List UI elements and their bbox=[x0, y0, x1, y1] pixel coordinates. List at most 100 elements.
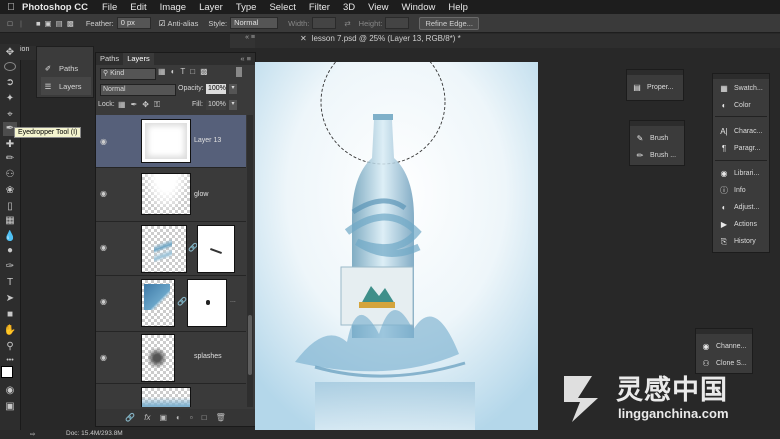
scrollbar-thumb[interactable] bbox=[248, 315, 252, 375]
menu-layer[interactable]: Layer bbox=[199, 2, 223, 13]
visibility-eye-icon[interactable]: ◉ bbox=[100, 189, 107, 198]
gradient-tool-icon[interactable]: ▦ bbox=[3, 214, 17, 228]
layer-row[interactable]: ◉ glow bbox=[96, 167, 246, 222]
filter-pixel-icon[interactable]: ▦ bbox=[158, 67, 171, 76]
fx-icon[interactable]: fx bbox=[144, 413, 150, 422]
width-input[interactable] bbox=[312, 17, 337, 29]
new-selection-icon[interactable]: ■ bbox=[36, 19, 41, 28]
pen-tool-icon[interactable]: ✑ bbox=[3, 260, 17, 274]
visibility-eye-icon[interactable]: ◉ bbox=[100, 243, 107, 252]
refine-edge-button[interactable]: Refine Edge... bbox=[419, 16, 479, 30]
layer-row[interactable]: ◉ 🔗 bbox=[96, 221, 246, 276]
document-canvas[interactable] bbox=[255, 62, 538, 436]
filter-type-icon[interactable]: T bbox=[180, 67, 190, 76]
fill-input[interactable]: 100% bbox=[206, 100, 226, 110]
lock-position-icon[interactable]: ✥ bbox=[142, 100, 154, 109]
elliptical-marquee-tool-icon[interactable] bbox=[4, 62, 16, 71]
antialias-checkbox[interactable]: ☑ bbox=[159, 19, 166, 28]
layer-row[interactable]: ◉ splashes bbox=[96, 331, 246, 384]
brush-button[interactable]: ✎ Brush bbox=[633, 130, 669, 147]
path-selection-tool-icon[interactable]: ➤ bbox=[3, 292, 17, 306]
menu-select[interactable]: Select bbox=[269, 2, 295, 13]
brush-presets-button[interactable]: ✏ Brush ... bbox=[633, 147, 676, 164]
history-brush-tool-icon[interactable]: ❀ bbox=[3, 184, 17, 198]
app-name[interactable]: Photoshop CC bbox=[22, 2, 88, 13]
swap-icon[interactable]: ⇄ bbox=[344, 19, 350, 28]
menu-image[interactable]: Image bbox=[160, 2, 186, 13]
filter-shape-icon[interactable]: □ bbox=[190, 67, 200, 76]
opacity-input[interactable]: 100% bbox=[206, 84, 226, 94]
screen-mode-icon[interactable]: ▣ bbox=[3, 400, 17, 414]
group-icon[interactable]: ▫ bbox=[190, 413, 193, 422]
menu-window[interactable]: Window bbox=[402, 2, 436, 13]
status-arrow-icon[interactable]: ⇨ bbox=[30, 430, 35, 438]
rectangle-tool-icon[interactable]: ■ bbox=[3, 308, 17, 322]
filter-adjustment-icon[interactable]: ◐ bbox=[171, 67, 181, 76]
menu-help[interactable]: Help bbox=[448, 2, 468, 13]
crop-tool-icon[interactable]: ⌖ bbox=[3, 108, 17, 122]
foreground-color-swatch[interactable] bbox=[1, 366, 13, 378]
intersect-selection-icon[interactable]: ▩ bbox=[67, 19, 74, 28]
style-select[interactable]: Normal bbox=[230, 17, 279, 29]
clone-stamp-tool-icon[interactable]: ⚇ bbox=[3, 168, 17, 182]
blend-mode-select[interactable]: Normal bbox=[100, 84, 176, 96]
move-tool-icon[interactable]: ✥ bbox=[3, 46, 17, 60]
channels-button[interactable]: ◉ Channe... bbox=[699, 338, 747, 355]
menu-3d[interactable]: 3D bbox=[343, 2, 355, 13]
paths-panel-button[interactable]: ✐ Paths bbox=[41, 59, 91, 77]
layers-panel-button[interactable]: ☰ Layers bbox=[41, 77, 91, 95]
visibility-eye-icon[interactable]: ◉ bbox=[100, 137, 107, 146]
feather-input[interactable]: 0 px bbox=[116, 17, 151, 29]
close-tab-icon[interactable]: ✕ bbox=[300, 34, 307, 43]
quick-selection-tool-icon[interactable]: ✦ bbox=[3, 92, 17, 106]
filter-kind-select[interactable]: ⚲ Kind bbox=[100, 68, 156, 80]
spot-healing-tool-icon[interactable]: ✚ bbox=[3, 138, 17, 152]
link-icon[interactable]: 🔗 bbox=[125, 413, 135, 422]
fill-slider-toggle[interactable]: ▾ bbox=[229, 100, 237, 110]
layer-row[interactable] bbox=[96, 383, 246, 407]
filter-smart-icon[interactable]: ▩ bbox=[200, 67, 213, 76]
menu-type[interactable]: Type bbox=[236, 2, 257, 13]
hand-tool-icon[interactable]: ✋ bbox=[3, 324, 17, 338]
swatches-button[interactable]: ▦ Swatch... bbox=[717, 80, 763, 97]
document-tab[interactable]: ✕ lesson 7.psd @ 25% (Layer 13, RGB/8*) * bbox=[300, 34, 461, 48]
layers-scrollbar[interactable] bbox=[247, 115, 253, 407]
type-tool-icon[interactable]: T bbox=[3, 276, 17, 290]
menu-file[interactable]: File bbox=[102, 2, 117, 13]
zoom-tool-icon[interactable]: ⚲ bbox=[3, 340, 17, 354]
properties-button[interactable]: ▤ Proper... bbox=[630, 79, 673, 96]
height-input[interactable] bbox=[385, 17, 410, 29]
eraser-tool-icon[interactable]: ▯ bbox=[3, 200, 17, 214]
panel-collapse-icon[interactable]: « ≡ bbox=[230, 34, 255, 48]
lock-all-icon[interactable]: ⚿ bbox=[154, 100, 165, 109]
layer-row[interactable]: ◉ Layer 13 bbox=[96, 115, 246, 168]
tab-paths[interactable]: Paths bbox=[96, 53, 123, 65]
paragraph-button[interactable]: ¶ Paragr... bbox=[717, 140, 761, 157]
character-button[interactable]: A| Charac... bbox=[717, 123, 762, 140]
brush-tool-icon[interactable]: ✏ bbox=[3, 152, 17, 166]
new-layer-icon[interactable]: □ bbox=[202, 413, 207, 422]
subtract-selection-icon[interactable]: ▤ bbox=[56, 19, 63, 28]
layer-row[interactable]: ◉ 🔗 ... bbox=[96, 275, 246, 332]
lock-transparent-icon[interactable]: ▦ bbox=[118, 100, 131, 109]
lock-image-icon[interactable]: ✒ bbox=[131, 100, 143, 109]
visibility-eye-icon[interactable]: ◉ bbox=[100, 297, 107, 306]
menu-view[interactable]: View bbox=[368, 2, 388, 13]
info-button[interactable]: ⓘ Info bbox=[717, 182, 746, 199]
menu-edit[interactable]: Edit bbox=[130, 2, 146, 13]
history-button[interactable]: ⎘ History bbox=[717, 233, 756, 250]
adjustment-icon[interactable]: ◐ bbox=[176, 413, 181, 422]
visibility-eye-icon[interactable]: ◉ bbox=[100, 353, 107, 362]
trash-icon[interactable]: 🗑 bbox=[216, 413, 226, 422]
mask-link-icon[interactable]: 🔗 bbox=[177, 297, 187, 306]
panel-menu-icon[interactable]: « ≡ bbox=[236, 53, 255, 65]
quick-mask-icon[interactable]: ◉ bbox=[3, 384, 17, 398]
menu-filter[interactable]: Filter bbox=[309, 2, 330, 13]
opacity-slider-toggle[interactable]: ▾ bbox=[229, 84, 237, 94]
tab-layers[interactable]: Layers bbox=[123, 53, 154, 65]
actions-button[interactable]: ▶ Actions bbox=[717, 216, 757, 233]
color-button[interactable]: ◐ Color bbox=[717, 97, 751, 114]
libraries-button[interactable]: ◉ Librari... bbox=[717, 165, 760, 182]
mask-icon[interactable]: ▣ bbox=[159, 413, 167, 422]
adjustments-button[interactable]: ◐ Adjust... bbox=[717, 199, 760, 216]
